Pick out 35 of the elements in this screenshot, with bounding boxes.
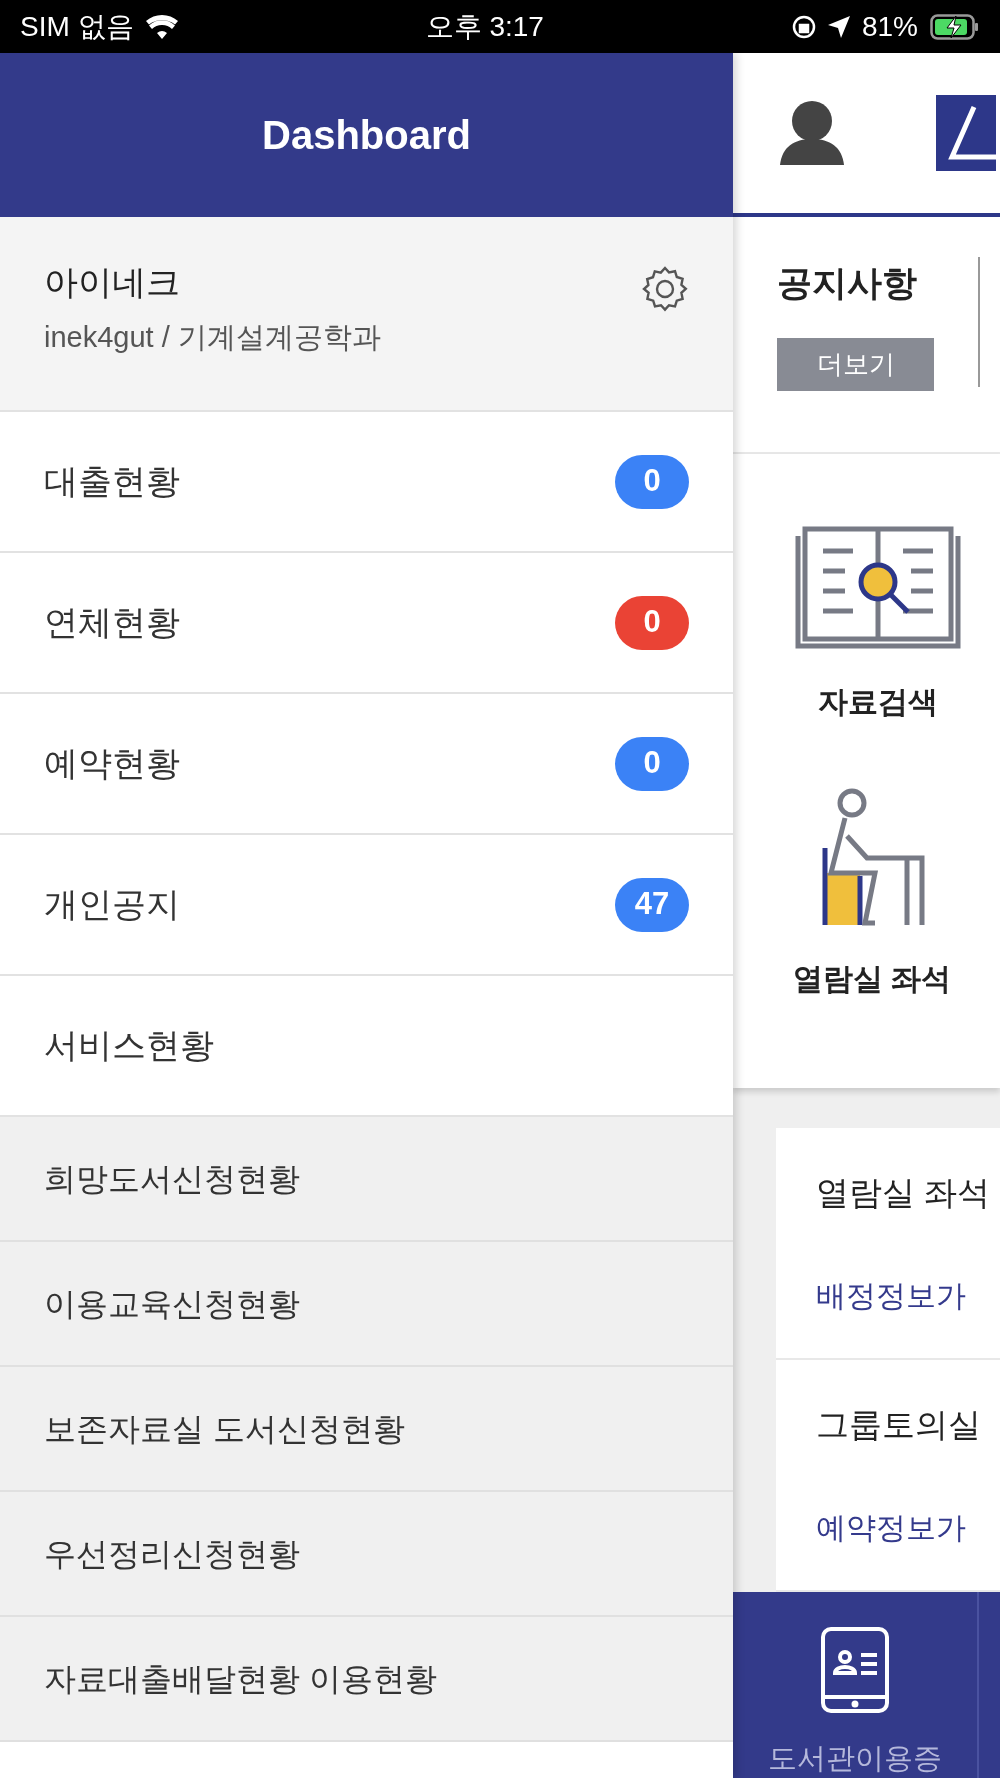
settings-icon[interactable]	[641, 265, 689, 313]
menu-item[interactable]: 연체현황 0	[0, 553, 733, 694]
count-badge: 0	[615, 454, 689, 509]
submenu-item[interactable]: 자료대출배달현황 이용현황	[0, 1617, 733, 1742]
battery-charging-icon	[930, 13, 980, 40]
card-text: 배정정보가	[816, 1278, 967, 1314]
menu-item[interactable]: 예약현황 0	[0, 694, 733, 835]
card-title: 열람실 좌석	[816, 1173, 992, 1213]
clock-text: 오후 3:17	[425, 9, 544, 44]
rotation-lock-icon	[791, 14, 816, 39]
carrier-text: SIM 없음	[20, 9, 134, 44]
user-name: 아이네크	[44, 262, 181, 303]
drawer-title: Dashboard	[262, 112, 471, 159]
submenu-item[interactable]: 희망도서신청현황	[0, 1117, 733, 1242]
count-badge: 0	[615, 595, 689, 650]
shortcut-label[interactable]: 열람실 좌석	[793, 956, 952, 1001]
shortcut-label[interactable]: 자료검색	[818, 679, 938, 724]
menu-item[interactable]: 대출현황 0	[0, 412, 733, 553]
id-card-icon	[821, 1626, 889, 1713]
wifi-icon	[145, 14, 178, 39]
user-icon[interactable]	[778, 99, 846, 167]
submenu-item[interactable]: 우선정리신청현황	[0, 1492, 733, 1617]
submenu-item[interactable]: 이용교육신청현황	[0, 1242, 733, 1367]
notice-title: 공지사항	[777, 262, 918, 304]
user-detail: inek4gut / 기계설계공학과	[44, 320, 381, 355]
card-title: 그룹토의실	[816, 1405, 982, 1445]
menu-item[interactable]: 개인공지 47	[0, 835, 733, 976]
location-arrow-icon	[827, 15, 850, 38]
submenu-item[interactable]: 보존자료실 도서신청현황	[0, 1367, 733, 1492]
count-badge: 0	[615, 736, 689, 791]
card-text: 예약정보가	[816, 1510, 967, 1546]
logo-icon[interactable]	[936, 95, 996, 171]
book-search-icon	[793, 526, 963, 651]
battery-percent: 81%	[861, 9, 918, 44]
count-badge: 47	[615, 877, 689, 932]
